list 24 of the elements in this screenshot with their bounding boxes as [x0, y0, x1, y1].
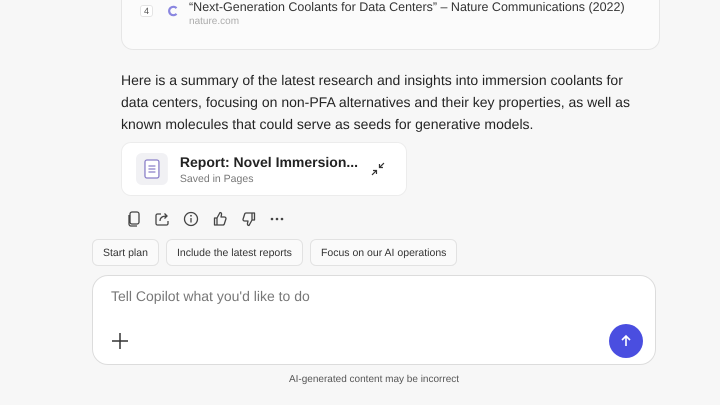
add-icon[interactable] — [111, 332, 129, 350]
more-icon[interactable] — [270, 217, 284, 221]
message-input[interactable]: Tell Copilot what you'd like to do — [111, 288, 643, 304]
copy-icon[interactable] — [127, 211, 141, 227]
arrow-up-icon — [619, 334, 633, 348]
citation-source: nature.com — [189, 15, 240, 29]
site-icon — [167, 5, 180, 17]
page-title: Report: Novel Immersion... — [180, 154, 358, 170]
collapse-icon[interactable] — [370, 161, 386, 177]
send-button[interactable] — [609, 324, 643, 358]
summary-text: Here is a summary of the latest research and insights into immersion coolants for data centers, focusing on non-PFA alternatives and their key properties, as well as known molecules that could serve as seeds for generative models. — [121, 71, 631, 134]
suggestion-chip[interactable]: Focus on our AI operations — [310, 239, 458, 266]
suggestion-chip[interactable]: Start plan — [92, 239, 159, 266]
document-icon — [136, 153, 168, 185]
page-card[interactable]: Report: Novel Immersion... Saved in Pages — [121, 142, 407, 196]
thumbs-down-icon[interactable] — [241, 211, 257, 227]
citation-link[interactable]: “Next-Generation Coolants for Data Centers” – Nature Communications (2022) — [189, 0, 625, 15]
share-icon[interactable] — [154, 211, 170, 227]
page-subtitle: Saved in Pages — [180, 172, 254, 184]
citation-number: 4 — [140, 5, 154, 17]
thumbs-up-icon[interactable] — [212, 211, 228, 227]
disclaimer-text: AI-generated content may be incorrect — [288, 374, 460, 385]
info-icon[interactable] — [183, 211, 199, 227]
suggestion-chip[interactable]: Include the latest reports — [166, 239, 303, 266]
